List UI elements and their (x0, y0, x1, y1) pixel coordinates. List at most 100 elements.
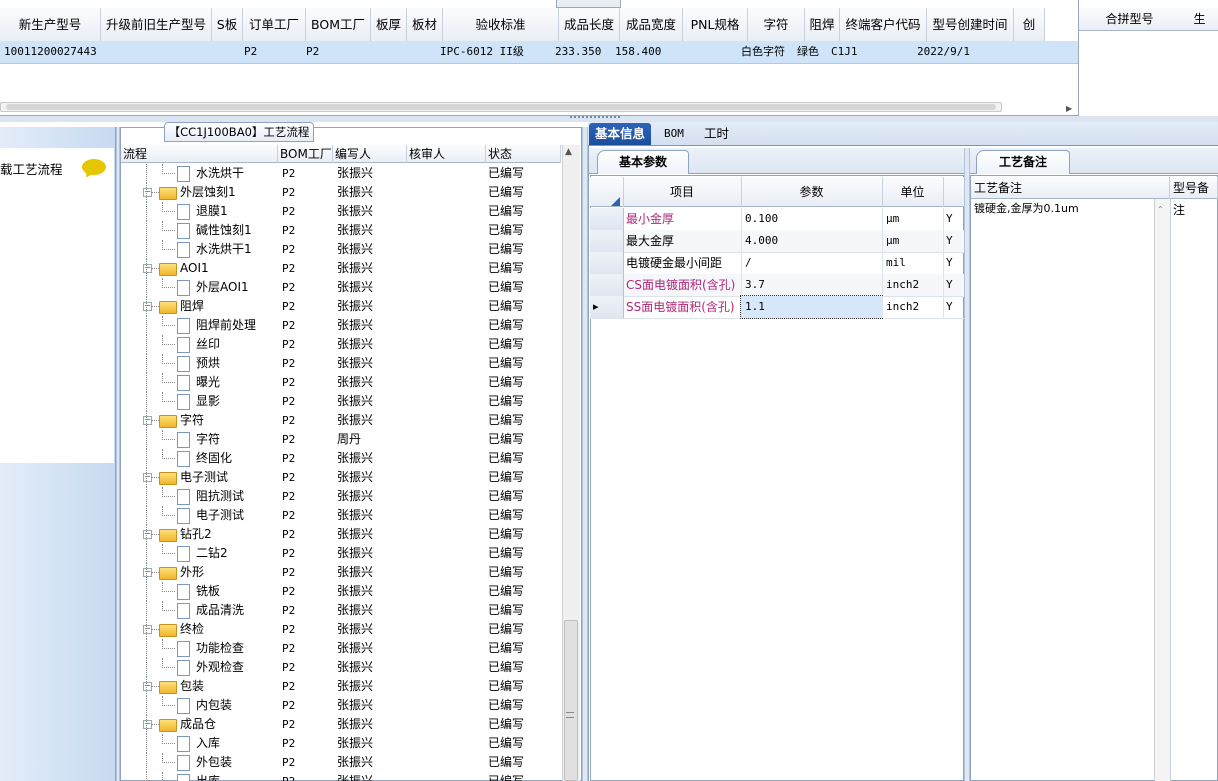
reviewer-column-header[interactable]: 核审人 (407, 145, 486, 163)
model-grid-cell[interactable]: 绿色 (793, 41, 827, 63)
tree-row[interactable]: 出库 P2 张振兴 已编写 (121, 772, 561, 781)
tree-row[interactable]: − 电子测试 P2 张振兴 已编写 (121, 468, 561, 487)
param-value[interactable]: 1.1 (740, 295, 883, 319)
model-grid-cell[interactable] (210, 41, 240, 63)
tree-row[interactable]: 电子测试 P2 张振兴 已编写 (121, 506, 561, 525)
model-grid-header-cell[interactable]: 升级前旧生产型号 (101, 8, 212, 41)
process-note-text[interactable]: 镀硬金,金厚为0.1um (974, 201, 1154, 219)
flag-column-header[interactable] (943, 177, 965, 207)
model-grid-cell[interactable]: P2 (302, 41, 366, 63)
model-note-column-header[interactable]: 型号备注 (1170, 177, 1218, 217)
status-column-header[interactable]: 状态 (486, 145, 561, 163)
tree-row[interactable]: 水洗烘干 P2 张振兴 已编写 (121, 164, 561, 183)
model-grid-cell[interactable]: 158.400 (611, 41, 673, 63)
model-grid-header-cell[interactable]: 验收标准 (443, 8, 559, 41)
scroll-up-arrow-icon[interactable]: ▲ (565, 147, 572, 157)
param-value[interactable]: 3.7 (741, 274, 882, 296)
model-grid-cell[interactable] (100, 41, 210, 63)
model-grid-header-cell[interactable]: PNL规格 (683, 8, 748, 41)
scroll-right-arrow-icon[interactable]: ▶ (1066, 104, 1072, 113)
param-row[interactable]: 最大金厚 4.000 μm Y (590, 230, 964, 253)
model-grid-cell[interactable]: IPC-6012 II级 (436, 41, 551, 63)
tree-row[interactable]: 功能检查 P2 张振兴 已编写 (121, 639, 561, 658)
param-row[interactable]: 最小金厚 0.100 μm Y (590, 208, 964, 231)
writer-column-header[interactable]: 编写人 (333, 145, 407, 163)
tree-scrollbar-thumb[interactable] (564, 620, 578, 781)
param-row[interactable]: CS面电镀面积(含孔) 3.7 inch2 Y (590, 274, 964, 297)
param-row[interactable]: ▸ SS面电镀面积(含孔) 1.1 inch2 Y (590, 295, 964, 319)
model-grid-header-cell[interactable]: 型号创建时间 (927, 8, 1014, 41)
tree-row[interactable]: 丝印 P2 张振兴 已编写 (121, 335, 561, 354)
splitter-grip[interactable] (570, 116, 620, 120)
tree-row[interactable]: − 阻焊 P2 张振兴 已编写 (121, 297, 561, 316)
tree-row[interactable]: 外层AOI1 P2 张振兴 已编写 (121, 278, 561, 297)
param-row[interactable]: 电镀硬金最小间距 / mil Y (590, 252, 964, 275)
item-column-header[interactable]: 项目 (623, 177, 742, 207)
row-selector[interactable] (590, 208, 624, 230)
tree-row[interactable]: 入库 P2 张振兴 已编写 (121, 734, 561, 753)
tree-row[interactable]: − 包装 P2 张振兴 已编写 (121, 677, 561, 696)
tree-row[interactable]: 铣板 P2 张振兴 已编写 (121, 582, 561, 601)
tab-bom[interactable]: BOM (658, 123, 690, 145)
tree-row[interactable]: − 字符 P2 张振兴 已编写 (121, 411, 561, 430)
model-grid-header-cell[interactable]: 创 (1014, 8, 1045, 41)
tree-row[interactable]: 预烘 P2 张振兴 已编写 (121, 354, 561, 373)
tree-row[interactable]: 退膜1 P2 张振兴 已编写 (121, 202, 561, 221)
tab-work-hours[interactable]: 工时 (698, 123, 735, 145)
model-grid-cell[interactable] (366, 41, 401, 63)
row-selector[interactable] (590, 252, 624, 274)
model-grid-cell[interactable]: C1J1 (827, 41, 913, 63)
model-grid-header-cell[interactable]: 板材 (407, 8, 443, 41)
model-grid-header-cell[interactable]: S板 (212, 8, 243, 41)
tree-row[interactable]: 外包装 P2 张振兴 已编写 (121, 753, 561, 772)
model-grid-header-cell[interactable]: 新生产型号 (0, 8, 101, 41)
tree-row[interactable]: 成品清洗 P2 张振兴 已编写 (121, 601, 561, 620)
model-grid-header-cell[interactable]: 成品长度 (559, 8, 620, 41)
model-grid-cell[interactable]: P2 (240, 41, 302, 63)
process-note-column-header[interactable]: 工艺备注 (971, 177, 1170, 199)
tree-row[interactable]: − 钻孔2 P2 张振兴 已编写 (121, 525, 561, 544)
model-grid-header-cell[interactable]: 成品宽度 (620, 8, 683, 41)
tab-basic-info[interactable]: 基本信息 (589, 123, 652, 145)
model-grid-header-cell[interactable]: 板厚 (371, 8, 407, 41)
tree-row[interactable]: 曝光 P2 张振兴 已编写 (121, 373, 561, 392)
tree-row[interactable]: − 外形 P2 张振兴 已编写 (121, 563, 561, 582)
param-value[interactable]: 4.000 (741, 230, 882, 252)
tree-row[interactable]: 显影 P2 张振兴 已编写 (121, 392, 561, 411)
notes-scrollbar[interactable] (1154, 199, 1170, 781)
row-selector[interactable] (590, 274, 624, 296)
unit-column-header[interactable]: 单位 (882, 177, 944, 207)
horizontal-scrollbar-thumb[interactable] (6, 104, 996, 110)
tree-row[interactable]: 水洗烘干1 P2 张振兴 已编写 (121, 240, 561, 259)
flow-column-header[interactable]: 流程 (121, 145, 278, 163)
tree-row[interactable]: 终固化 P2 张振兴 已编写 (121, 449, 561, 468)
model-grid-header-cell[interactable]: 字符 (748, 8, 805, 41)
notes-scroll-up-icon[interactable]: ⌃ (1157, 205, 1164, 214)
tab-basic-params[interactable]: 基本参数 (597, 150, 689, 174)
tree-row[interactable]: 二钻2 P2 张振兴 已编写 (121, 544, 561, 563)
tree-row[interactable]: 阻焊前处理 P2 张振兴 已编写 (121, 316, 561, 335)
tree-row[interactable]: − 终检 P2 张振兴 已编写 (121, 620, 561, 639)
model-grid-cell[interactable]: 白色字符 (737, 41, 793, 63)
param-value[interactable]: / (741, 252, 882, 274)
bom-factory-column-header[interactable]: BOM工厂 (278, 145, 333, 163)
tab-process-notes[interactable]: 工艺备注 (976, 150, 1070, 174)
param-value[interactable]: 0.100 (741, 208, 882, 230)
row-selector[interactable]: ▸ (590, 296, 624, 318)
model-grid-cell[interactable] (401, 41, 436, 63)
model-grid-cell[interactable] (673, 41, 737, 63)
model-grid-cell[interactable]: 10011200027443 (0, 41, 100, 63)
download-process-item[interactable]: 载工艺流程 (0, 154, 114, 182)
model-grid-cell[interactable]: 2022/9/1 (913, 41, 999, 63)
row-selector[interactable] (590, 230, 624, 252)
model-grid-header-cell[interactable]: 订单工厂 (243, 8, 306, 41)
tree-row[interactable]: 外观检查 P2 张振兴 已编写 (121, 658, 561, 677)
model-grid-cell[interactable] (999, 41, 1029, 63)
tree-row[interactable]: 碱性蚀刻1 P2 张振兴 已编写 (121, 221, 561, 240)
tree-row[interactable]: 内包装 P2 张振兴 已编写 (121, 696, 561, 715)
tree-row[interactable]: − 成品仓 P2 张振兴 已编写 (121, 715, 561, 734)
model-grid-header-cell[interactable]: 终端客户代码 (840, 8, 927, 41)
tree-row[interactable]: − 外层蚀刻1 P2 张振兴 已编写 (121, 183, 561, 202)
tree-row[interactable]: 字符 P2 周丹 已编写 (121, 430, 561, 449)
model-grid-header-cell[interactable]: 阻焊 (805, 8, 840, 41)
